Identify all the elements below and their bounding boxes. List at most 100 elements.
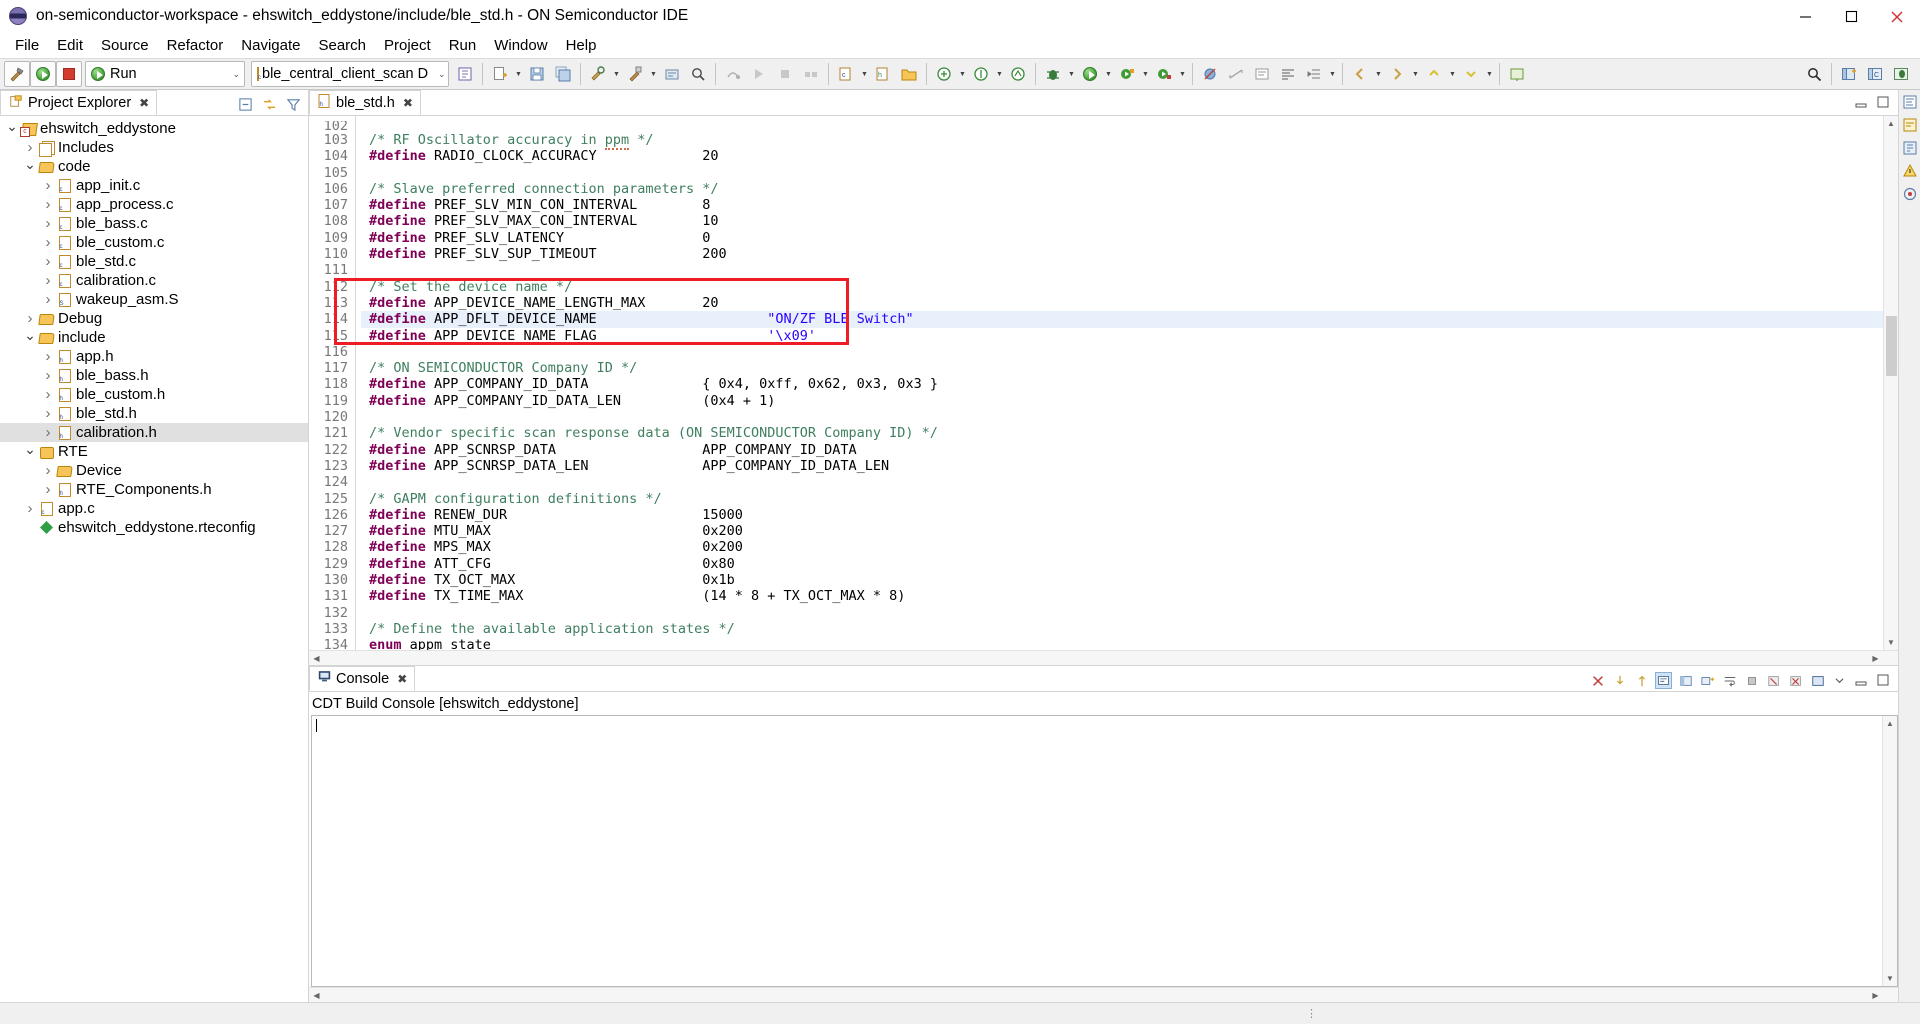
save-all-button[interactable] <box>550 61 576 87</box>
scroll-right-icon[interactable]: ▶ <box>1868 988 1883 1003</box>
previous-annotation-button[interactable] <box>1421 61 1447 87</box>
chevron-right-icon[interactable] <box>40 463 56 478</box>
debug-dropdown[interactable]: ▼ <box>1066 61 1077 87</box>
menu-project[interactable]: Project <box>375 35 440 56</box>
back-button[interactable] <box>1347 61 1373 87</box>
tree-item-ble-std-h[interactable]: ble_std.h <box>0 404 308 423</box>
code-line[interactable]: #define MPS_MAX 0x200 <box>361 539 1883 555</box>
remove-all-icon[interactable] <box>1787 672 1804 689</box>
tree-item-code[interactable]: code <box>0 157 308 176</box>
link-with-editor-icon[interactable] <box>261 96 278 113</box>
tree-item-ble-custom-c[interactable]: ble_custom.c <box>0 233 308 252</box>
tree-item-rte-components-h[interactable]: RTE_Components.h <box>0 480 308 499</box>
skip-breakpoints-button[interactable] <box>1197 61 1223 87</box>
scroll-left-icon[interactable]: ◀ <box>309 651 324 666</box>
toggle-icon[interactable] <box>1831 672 1848 689</box>
new-console-view-icon[interactable] <box>1699 672 1716 689</box>
remove-launch-icon[interactable] <box>1765 672 1782 689</box>
scroll-up-icon[interactable]: ▲ <box>1883 716 1898 731</box>
maximize-icon[interactable] <box>1875 672 1892 689</box>
code-line[interactable]: #define TX_TIME_MAX (14 * 8 + TX_OCT_MAX… <box>361 588 1883 604</box>
build-button[interactable] <box>4 61 30 87</box>
code-line[interactable] <box>361 605 1883 621</box>
build-config-button[interactable] <box>622 61 648 87</box>
source-code-area[interactable]: /* RF Oscillator accuracy in ppm */ #defi… <box>361 116 1883 650</box>
pin-console-icon[interactable] <box>1633 672 1650 689</box>
console-horizontal-scrollbar[interactable]: ◀ ▶ <box>309 987 1898 1002</box>
open-type-button[interactable] <box>931 61 957 87</box>
code-line[interactable]: #define APP_SCNRSP_DATA APP_COMPANY_ID_D… <box>361 442 1883 458</box>
profile-button[interactable] <box>1151 61 1177 87</box>
tree-item-rte[interactable]: RTE <box>0 442 308 461</box>
external-tools-button[interactable] <box>659 61 685 87</box>
run-external-dropdown[interactable]: ▼ <box>1140 61 1151 87</box>
chevron-right-icon[interactable] <box>22 311 38 326</box>
chevron-right-icon[interactable] <box>22 140 38 155</box>
maximize-icon[interactable] <box>1877 96 1890 112</box>
next-dropdown[interactable]: ▼ <box>1484 61 1495 87</box>
scroll-up-icon[interactable]: ▲ <box>1884 116 1899 131</box>
menu-help[interactable]: Help <box>557 35 606 56</box>
problems-view-icon[interactable] <box>1902 163 1918 179</box>
chevron-right-icon[interactable] <box>40 273 56 288</box>
code-line[interactable]: #define APP_COMPANY_ID_DATA { 0x4, 0xff,… <box>361 376 1883 392</box>
code-line[interactable]: #define APP_DEVICE_NAME_LENGTH_MAX 20 <box>361 295 1883 311</box>
annotate-button[interactable] <box>1249 61 1275 87</box>
run-as-dropdown[interactable]: ▼ <box>1103 61 1114 87</box>
code-line[interactable]: #define PREF_SLV_LATENCY 0 <box>361 230 1883 246</box>
maximize-button[interactable] <box>1828 0 1874 33</box>
code-line[interactable]: enum appm_state⊖ <box>361 637 1883 650</box>
tree-item-ehswitch-eddystone[interactable]: ehswitch_eddystone <box>0 119 308 138</box>
minimize-icon[interactable] <box>1855 96 1868 112</box>
code-line[interactable]: #define PREF_SLV_MIN_CON_INTERVAL 8 <box>361 197 1883 213</box>
menu-file[interactable]: File <box>6 35 48 56</box>
chevron-right-icon[interactable] <box>40 197 56 212</box>
code-line[interactable]: #define APP_COMPANY_ID_DATA_LEN (0x4 + 1… <box>361 393 1883 409</box>
editor-body[interactable]: 102 103 104 105 106 107 108 109 110 111 112 113 114 1… <box>309 116 1898 650</box>
close-icon[interactable]: ✖ <box>397 672 407 686</box>
scroll-right-icon[interactable]: ▶ <box>1868 651 1883 666</box>
console-output-panel[interactable]: ▲ ▼ <box>311 715 1898 987</box>
task-list-icon[interactable] <box>1902 117 1918 133</box>
perspective-cpp-button[interactable]: C <box>1862 61 1888 87</box>
code-line[interactable]: /* RF Oscillator accuracy in ppm */ <box>361 132 1883 150</box>
code-line[interactable]: /* GAPM configuration definitions */ <box>361 491 1883 507</box>
step-over-button[interactable] <box>720 61 746 87</box>
minimize-icon[interactable] <box>1853 672 1870 689</box>
tree-item-include[interactable]: include <box>0 328 308 347</box>
editor-vertical-scrollbar[interactable]: ▲ ▼ <box>1883 116 1898 650</box>
chevron-right-icon[interactable] <box>40 368 56 383</box>
indent-button[interactable] <box>1301 61 1327 87</box>
close-icon[interactable]: ✖ <box>139 96 149 110</box>
stop-button[interactable] <box>56 61 82 87</box>
clear-console-icon[interactable] <box>1589 672 1606 689</box>
code-line[interactable] <box>361 409 1883 425</box>
tree-item-app-init-c[interactable]: app_init.c <box>0 176 308 195</box>
outline-view-icon[interactable] <box>1902 94 1918 110</box>
word-wrap-icon[interactable] <box>1721 672 1738 689</box>
terminate-button[interactable] <box>772 61 798 87</box>
code-line[interactable]: #define APP_DEVICE_NAME_FLAG '\x09' <box>361 328 1883 344</box>
scroll-down-icon[interactable]: ▼ <box>1884 635 1899 650</box>
tree-item-device[interactable]: Device <box>0 461 308 480</box>
show-console-icon[interactable] <box>1655 672 1672 689</box>
run-external-button[interactable] <box>1114 61 1140 87</box>
perspective-debug-button[interactable] <box>1888 61 1914 87</box>
display-selected-console-icon[interactable] <box>1677 672 1694 689</box>
chevron-right-icon[interactable] <box>40 349 56 364</box>
chevron-right-icon[interactable] <box>40 387 56 402</box>
code-line[interactable]: /* ON SEMICONDUCTOR Company ID */ <box>361 360 1883 376</box>
code-line[interactable]: /* Slave preferred connection parameters… <box>361 181 1883 197</box>
launch-mode-combo[interactable]: Run ⌄ <box>85 61 245 87</box>
forward-dropdown[interactable]: ▼ <box>1410 61 1421 87</box>
tree-item-calibration-c[interactable]: calibration.c <box>0 271 308 290</box>
tab-project-explorer[interactable]: Project Explorer ✖ <box>0 90 158 115</box>
new-wizard-dropdown[interactable]: ▼ <box>513 61 524 87</box>
scroll-down-icon[interactable]: ▼ <box>1883 971 1898 986</box>
scrollbar-thumb[interactable] <box>1886 316 1897 376</box>
tree-item-includes[interactable]: Includes <box>0 138 308 157</box>
menu-search[interactable]: Search <box>309 35 375 56</box>
chevron-right-icon[interactable] <box>40 292 56 307</box>
launch-config-combo[interactable]: ble_central_client_scan D ⌄ <box>251 61 449 87</box>
terminate-icon[interactable] <box>1743 672 1760 689</box>
